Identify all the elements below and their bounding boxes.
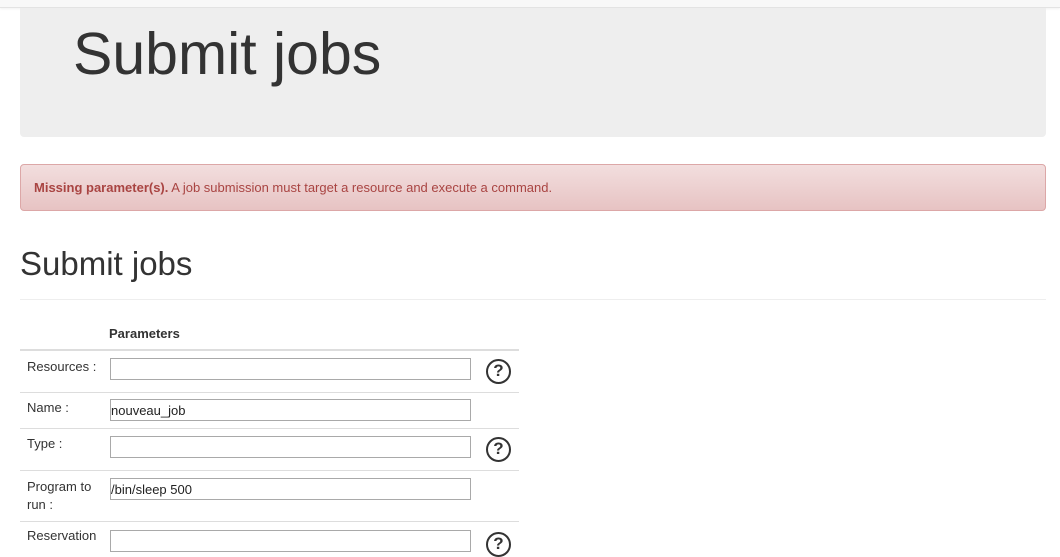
reservation-input[interactable]: [110, 530, 471, 552]
reservation-help-icon[interactable]: ?: [486, 532, 511, 557]
type-label: Type :: [27, 436, 63, 451]
error-alert: Missing parameter(s). A job submission m…: [20, 164, 1046, 211]
page-title: Submit jobs: [20, 245, 193, 282]
jumbotron-title: Submit jobs: [73, 21, 382, 87]
param-row-reservation: Reservation ?: [20, 521, 519, 557]
page-header: Submit jobs: [20, 240, 1046, 300]
navbar: [0, 0, 1060, 8]
param-row-type: Type : ?: [20, 428, 519, 470]
name-input[interactable]: [110, 399, 471, 421]
alert-strong: Missing parameter(s).: [34, 180, 169, 195]
param-row-name: Name :: [20, 392, 519, 428]
program-label: Program to run :: [27, 479, 92, 512]
alert-message: A job submission must target a resource …: [168, 180, 553, 195]
resources-help-icon[interactable]: ?: [486, 359, 511, 384]
param-row-resources: Resources : ?: [20, 350, 519, 392]
parameters-header: Parameters: [20, 318, 519, 350]
parameters-table: Parameters Resources : ? Name : Type : ?…: [20, 318, 519, 557]
program-input[interactable]: [110, 478, 471, 500]
resources-input[interactable]: [110, 358, 471, 380]
reservation-label: Reservation: [27, 528, 97, 543]
resources-label: Resources :: [27, 359, 97, 374]
type-help-icon[interactable]: ?: [486, 437, 511, 462]
type-input[interactable]: [110, 436, 471, 458]
parameters-header-label: Parameters: [109, 326, 180, 341]
param-row-program: Program to run :: [20, 470, 519, 521]
jumbotron: Submit jobs: [20, 8, 1046, 137]
name-label: Name :: [27, 400, 69, 415]
